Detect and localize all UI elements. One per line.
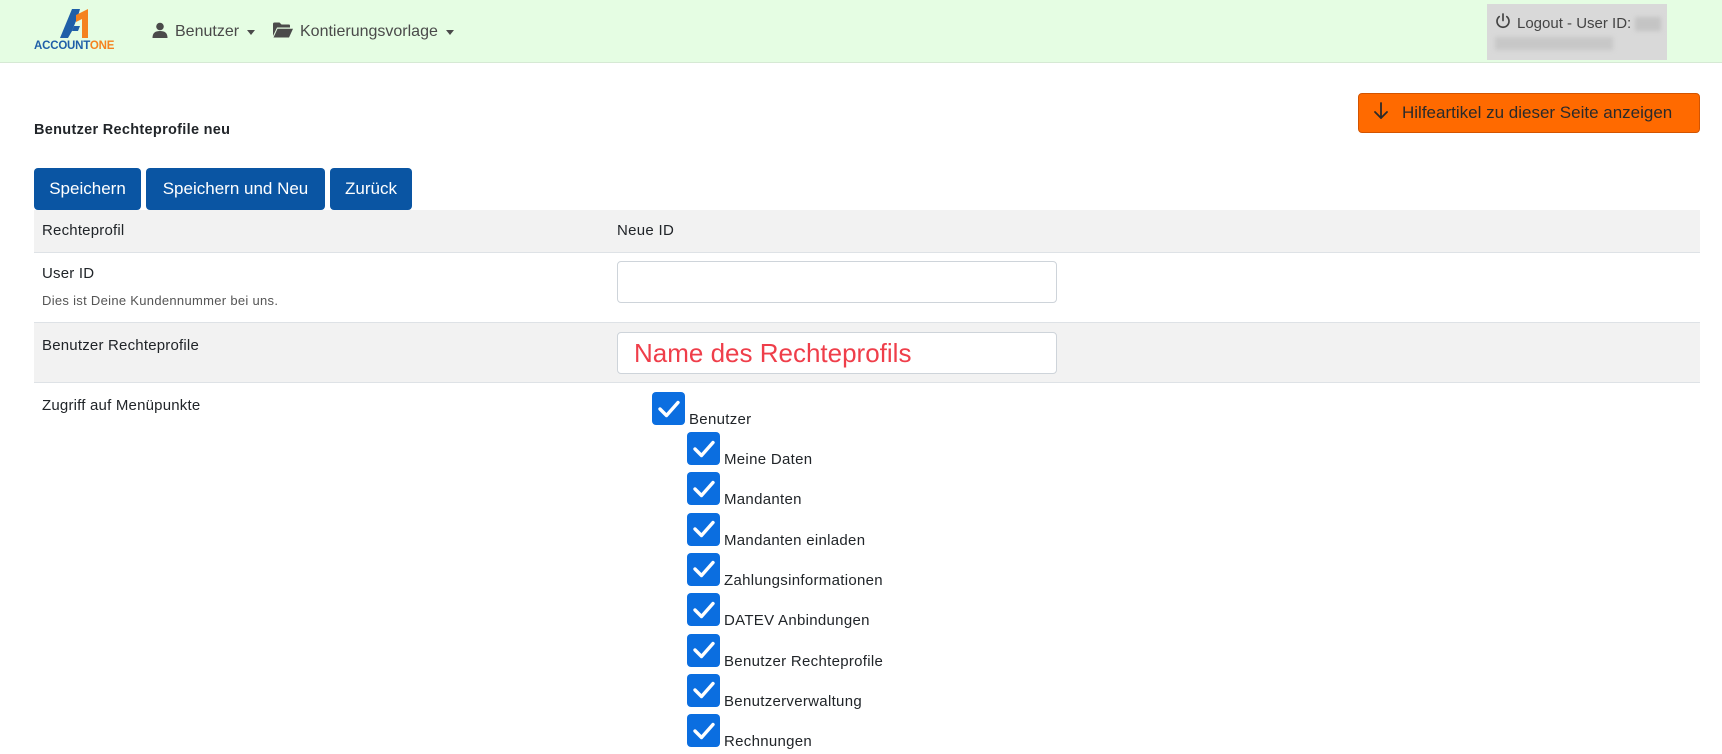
menu-mandanten-checkbox[interactable] <box>687 472 720 506</box>
help-article-button[interactable]: Hilfeartikel zu dieser Seite anzeigen <box>1358 93 1700 133</box>
menu-zahlungsinformationen-checkbox[interactable] <box>687 552 720 586</box>
folder-open-icon <box>273 22 293 43</box>
power-icon <box>1495 13 1511 33</box>
rechteprofil-label: Rechteprofil <box>42 222 125 239</box>
redacted-user-id <box>1635 17 1661 31</box>
menu-meine-daten-checkbox[interactable] <box>687 432 720 465</box>
save-and-new-button[interactable]: Speichern und Neu <box>146 168 325 210</box>
menu-access-label: Zugriff auf Menüpunkte <box>42 397 201 414</box>
rechteprofil-id-value: Neue ID <box>617 222 675 239</box>
nav-benutzer-label: Benutzer <box>175 23 240 40</box>
accountone-logo[interactable]: ACCOUNTONE <box>34 7 126 57</box>
checkmark-icon <box>692 440 715 457</box>
user-id-label: User ID <box>42 265 95 282</box>
form-row-profile-name: Benutzer Rechteprofile <box>34 323 1700 383</box>
form-row-user-id: User ID Dies ist Deine Kundennummer bei … <box>34 253 1700 323</box>
checkmark-icon <box>692 682 715 699</box>
checkmark-icon <box>657 400 680 417</box>
menu-datev-anbindungen-label: DATEV Anbindungen <box>724 612 870 630</box>
menu-datev-anbindungen-checkbox[interactable] <box>687 593 720 627</box>
logout-label: Logout - User ID: <box>1517 14 1632 32</box>
profile-name-input[interactable] <box>617 332 1057 374</box>
form-row-header: Rechteprofil Neue ID <box>34 210 1700 253</box>
logo-text-one: ONE <box>89 40 115 52</box>
user-id-input[interactable] <box>617 261 1057 303</box>
nav-benutzer-dropdown[interactable]: Benutzer <box>152 20 256 44</box>
menu-mandanten-einladen-checkbox[interactable] <box>687 512 720 546</box>
menu-rechnungen-checkbox[interactable] <box>687 714 720 748</box>
arrow-down-icon <box>1373 101 1389 125</box>
checkmark-icon <box>692 480 715 497</box>
user-icon <box>152 22 168 43</box>
chevron-down-icon <box>247 29 256 35</box>
menu-mandanten-label: Mandanten <box>724 491 802 509</box>
menu-benutzer-checkbox[interactable] <box>652 392 685 425</box>
back-button[interactable]: Zurück <box>330 168 412 210</box>
help-article-label: Hilfeartikel zu dieser Seite anzeigen <box>1402 103 1673 122</box>
logo-a1-icon <box>60 9 88 38</box>
top-navbar: ACCOUNTONE Benutzer Kontierungsvorlage L… <box>0 0 1722 63</box>
nav-kontierungsvorlage-label: Kontierungsvorlage <box>300 23 438 40</box>
form-row-menu-access: Zugriff auf Menüpunkte <box>34 383 1700 754</box>
menu-benutzer-rechteprofile-label: Benutzer Rechteprofile <box>724 652 884 670</box>
checkmark-icon <box>692 520 715 538</box>
chevron-down-icon <box>445 29 454 35</box>
menu-zahlungsinformationen-label: Zahlungsinformationen <box>724 571 883 589</box>
menu-mandanten-einladen-label: Mandanten einladen <box>724 531 866 549</box>
checkmark-icon <box>692 641 715 659</box>
checkmark-icon <box>692 561 715 578</box>
menu-benutzer-label: Benutzer <box>689 411 752 428</box>
menu-benutzerverwaltung-label: Benutzerverwaltung <box>724 692 862 710</box>
redacted-user-name <box>1495 37 1613 50</box>
logo-text-account: ACCOUNT <box>34 40 90 52</box>
nav-kontierungsvorlage-dropdown[interactable]: Kontierungsvorlage <box>273 20 454 44</box>
user-id-hint: Dies ist Deine Kundennummer bei uns. <box>42 293 279 308</box>
menu-rechnungen-label: Rechnungen <box>724 733 813 751</box>
profile-name-label: Benutzer Rechteprofile <box>42 337 199 354</box>
logout-area: Logout - User ID: <box>1487 4 1667 60</box>
logout-link[interactable]: Logout - User ID: <box>1495 13 1631 33</box>
save-button[interactable]: Speichern <box>34 168 141 210</box>
checkmark-icon <box>692 722 715 739</box>
menu-meine-daten-label: Meine Daten <box>724 451 813 468</box>
menu-benutzerverwaltung-checkbox[interactable] <box>687 673 720 707</box>
logo-text: ACCOUNTONE <box>34 40 114 52</box>
checkmark-icon <box>692 601 715 618</box>
menu-benutzer-rechteprofile-checkbox[interactable] <box>687 633 720 667</box>
page-title: Benutzer Rechteprofile neu <box>34 122 231 138</box>
